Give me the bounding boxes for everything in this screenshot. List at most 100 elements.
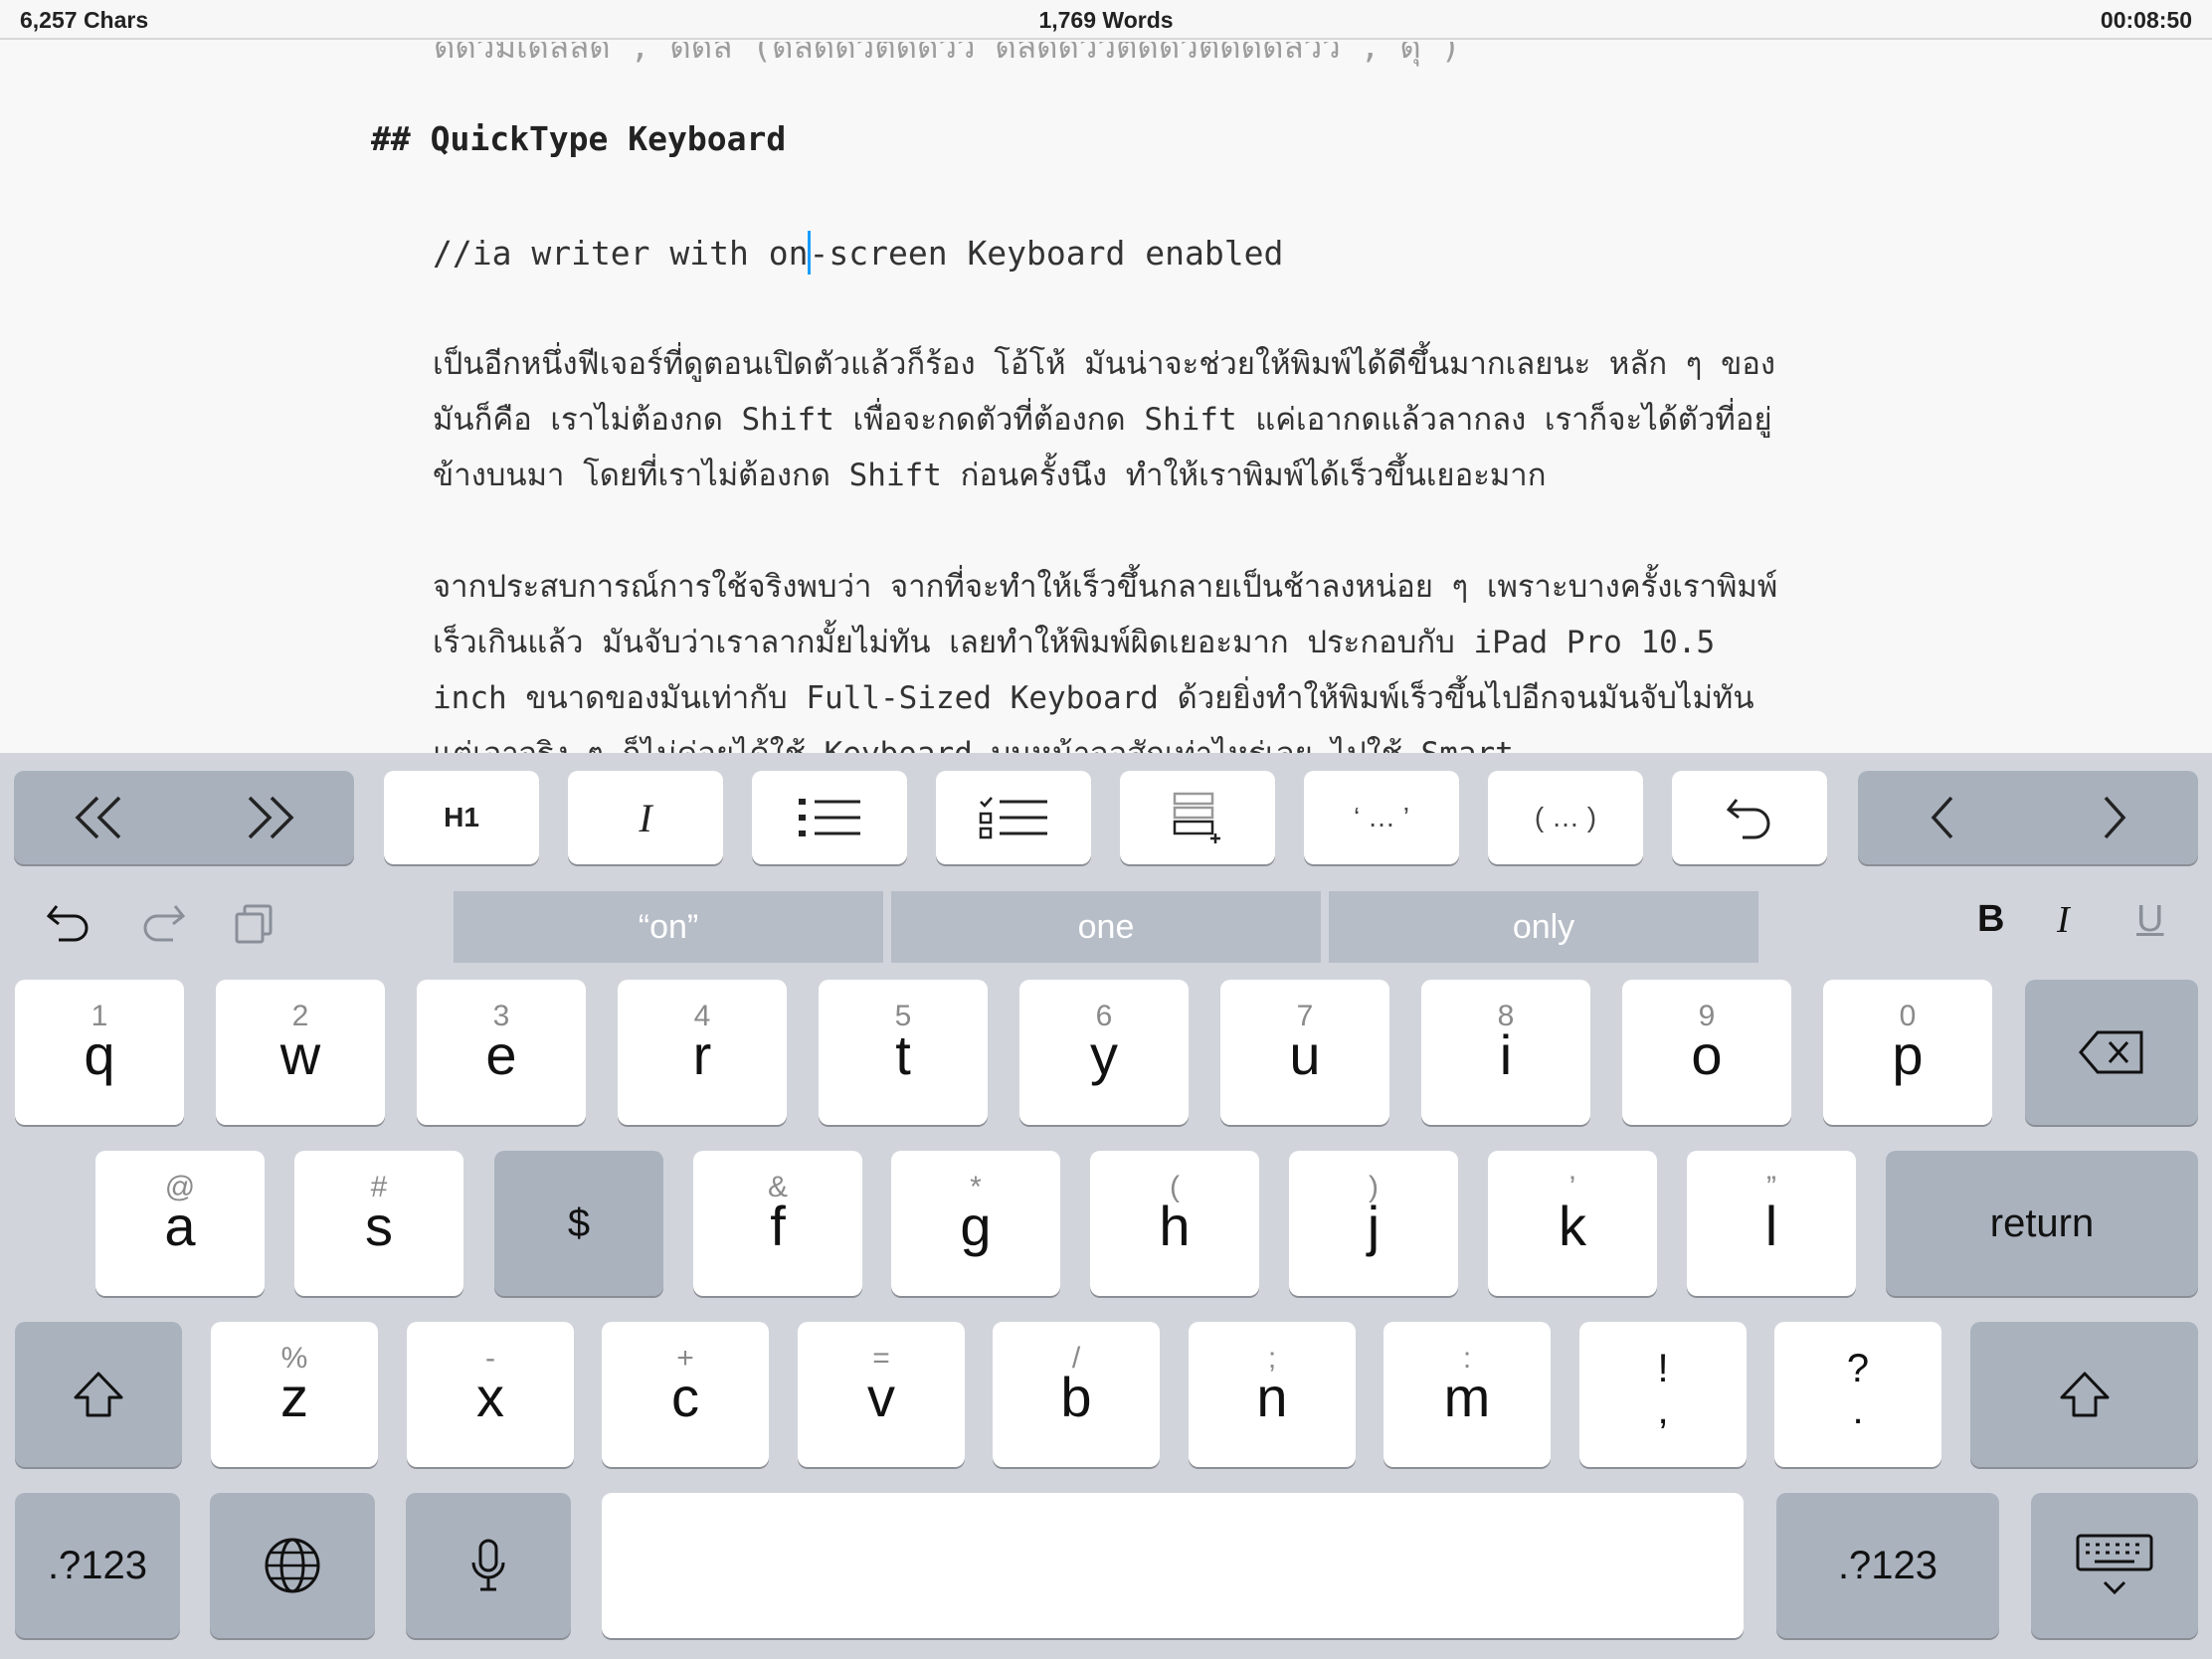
- editor-area[interactable]: ดดวิมิเดลลด , ดดลิ (ดลดดวิตดดวว ดลดดววิต…: [0, 42, 2212, 753]
- italic-button[interactable]: I: [568, 771, 723, 864]
- jump-word-back-button[interactable]: [70, 793, 129, 842]
- key-t[interactable]: 5t: [819, 980, 988, 1125]
- key-v[interactable]: = v: [798, 1322, 965, 1467]
- key-u[interactable]: 7u: [1220, 980, 1389, 1125]
- key-dollar-pressed[interactable]: $: [494, 1151, 663, 1296]
- cursor-move-group: [1858, 771, 2198, 864]
- undo-icon: [1726, 799, 1770, 839]
- markdown-heading: ## QuickType Keyboard: [371, 119, 787, 158]
- delete-key[interactable]: [2025, 980, 2198, 1125]
- key-label: $: [567, 1200, 591, 1245]
- return-label: return: [1989, 1200, 2095, 1245]
- key-label: f: [770, 1195, 786, 1257]
- numbers-key-right[interactable]: .?123: [1776, 1493, 1999, 1638]
- dismiss-keyboard-key[interactable]: [2031, 1493, 2198, 1638]
- key-b[interactable]: / b: [993, 1322, 1160, 1467]
- task-list-button[interactable]: [936, 771, 1091, 864]
- key-p[interactable]: 0p: [1823, 980, 1992, 1125]
- suggestion-only[interactable]: only: [1329, 891, 1758, 963]
- markdown-toolbar: H1 I ‘ … ’ ( … ): [0, 771, 2212, 866]
- paragraph: จากประสบการณ์การใช้จริงพบว่า จากที่จะทำใ…: [433, 569, 1778, 753]
- comment-text-after-cursor: -screen Keyboard enabled: [809, 234, 1284, 273]
- key-label: j: [1367, 1195, 1381, 1257]
- undo-button[interactable]: [42, 896, 97, 952]
- italic-format-button[interactable]: I: [2057, 898, 2070, 942]
- bold-format-button[interactable]: B: [1977, 898, 2004, 941]
- bullet-list-icon: [799, 799, 860, 836]
- microphone-icon: [471, 1539, 505, 1591]
- key-m[interactable]: :m: [1383, 1322, 1551, 1467]
- key-o[interactable]: 9o: [1622, 980, 1791, 1125]
- space-bar[interactable]: [602, 1493, 1744, 1638]
- key-i[interactable]: 8i: [1421, 980, 1590, 1125]
- comment-text-before-cursor: //ia writer with on: [433, 234, 809, 273]
- key-label: g: [960, 1195, 992, 1257]
- key-label: b: [1060, 1366, 1092, 1428]
- dictation-key[interactable]: [406, 1493, 571, 1638]
- key-exclamation-comma[interactable]: !,: [1579, 1322, 1747, 1467]
- return-key[interactable]: return: [1886, 1151, 2198, 1296]
- key-k[interactable]: ’ k: [1488, 1151, 1657, 1296]
- key-z[interactable]: % z: [211, 1322, 378, 1467]
- numbers-label: .?123: [1837, 1543, 1938, 1587]
- paste-button[interactable]: [227, 896, 282, 952]
- heading-button[interactable]: H1: [384, 771, 539, 864]
- key-c[interactable]: + c: [602, 1322, 769, 1467]
- task-list-icon: [979, 797, 1047, 839]
- key-x[interactable]: -x: [407, 1322, 574, 1467]
- key-label: l: [1764, 1195, 1778, 1257]
- double-chevron-left-icon: [75, 796, 120, 839]
- key-j[interactable]: ) j: [1289, 1151, 1458, 1296]
- undo-toolbar-button[interactable]: [1672, 771, 1827, 864]
- chevron-left-icon: [1931, 796, 1952, 839]
- key-y[interactable]: 6y: [1019, 980, 1189, 1125]
- bullet-list-button[interactable]: [752, 771, 907, 864]
- keyboard-dismiss-icon: [2076, 1534, 2153, 1595]
- word-count: 1,769 Words: [1038, 7, 1174, 33]
- shift-left-key[interactable]: [15, 1322, 182, 1467]
- scrolled-text-line: ดดวิมิเดลลด , ดดลิ (ดลดดวิตดดวว ดลดดววิต…: [434, 42, 1461, 66]
- key-label: e: [485, 1023, 517, 1086]
- suggestion-quoted[interactable]: “on”: [454, 891, 883, 963]
- key-label: x: [476, 1366, 504, 1428]
- globe-key[interactable]: [210, 1493, 375, 1638]
- timer: 00:08:50: [2100, 7, 2192, 33]
- key-f[interactable]: & f: [693, 1151, 862, 1296]
- key-label: y: [1090, 1023, 1118, 1086]
- jump-word-forward-button[interactable]: [240, 793, 299, 842]
- suggestion-one[interactable]: one: [891, 891, 1321, 963]
- key-w[interactable]: 2w: [216, 980, 385, 1125]
- insert-table-button[interactable]: [1120, 771, 1275, 864]
- underline-format-button[interactable]: U: [2136, 898, 2163, 941]
- key-l[interactable]: ” l: [1687, 1151, 1856, 1296]
- double-chevron-right-icon: [248, 796, 293, 839]
- key-label: w: [279, 1023, 321, 1086]
- key-label: a: [164, 1195, 196, 1257]
- redo-button[interactable]: [134, 896, 190, 952]
- key-n[interactable]: ; n: [1189, 1322, 1356, 1467]
- key-label: v: [867, 1366, 895, 1428]
- cursor-right-button[interactable]: [2094, 793, 2133, 842]
- shift-icon: [2060, 1372, 2109, 1417]
- key-label: s: [365, 1195, 393, 1257]
- key-question-period[interactable]: ?.: [1774, 1322, 1941, 1467]
- shift-right-key[interactable]: [1970, 1322, 2198, 1467]
- paste-icon: [235, 904, 273, 944]
- key-e[interactable]: 3e: [417, 980, 586, 1125]
- chevron-right-icon: [2104, 796, 2125, 839]
- cursor-left-button[interactable]: [1924, 793, 1963, 842]
- key-a[interactable]: @ a: [95, 1151, 265, 1296]
- shift-icon: [74, 1372, 123, 1417]
- quote-button[interactable]: ‘ … ’: [1304, 771, 1459, 864]
- globe-icon: [265, 1538, 320, 1593]
- key-s[interactable]: # s: [294, 1151, 463, 1296]
- key-q[interactable]: 1q: [15, 980, 184, 1125]
- delete-backspace-icon: [2079, 1030, 2143, 1074]
- key-r[interactable]: 4r: [618, 980, 787, 1125]
- parentheses-button[interactable]: ( … ): [1488, 771, 1643, 864]
- key-h[interactable]: (h: [1090, 1151, 1259, 1296]
- key-label: n: [1256, 1366, 1288, 1428]
- numbers-key-left[interactable]: .?123: [15, 1493, 180, 1638]
- key-label: i: [1499, 1023, 1513, 1086]
- key-g[interactable]: * g: [891, 1151, 1060, 1296]
